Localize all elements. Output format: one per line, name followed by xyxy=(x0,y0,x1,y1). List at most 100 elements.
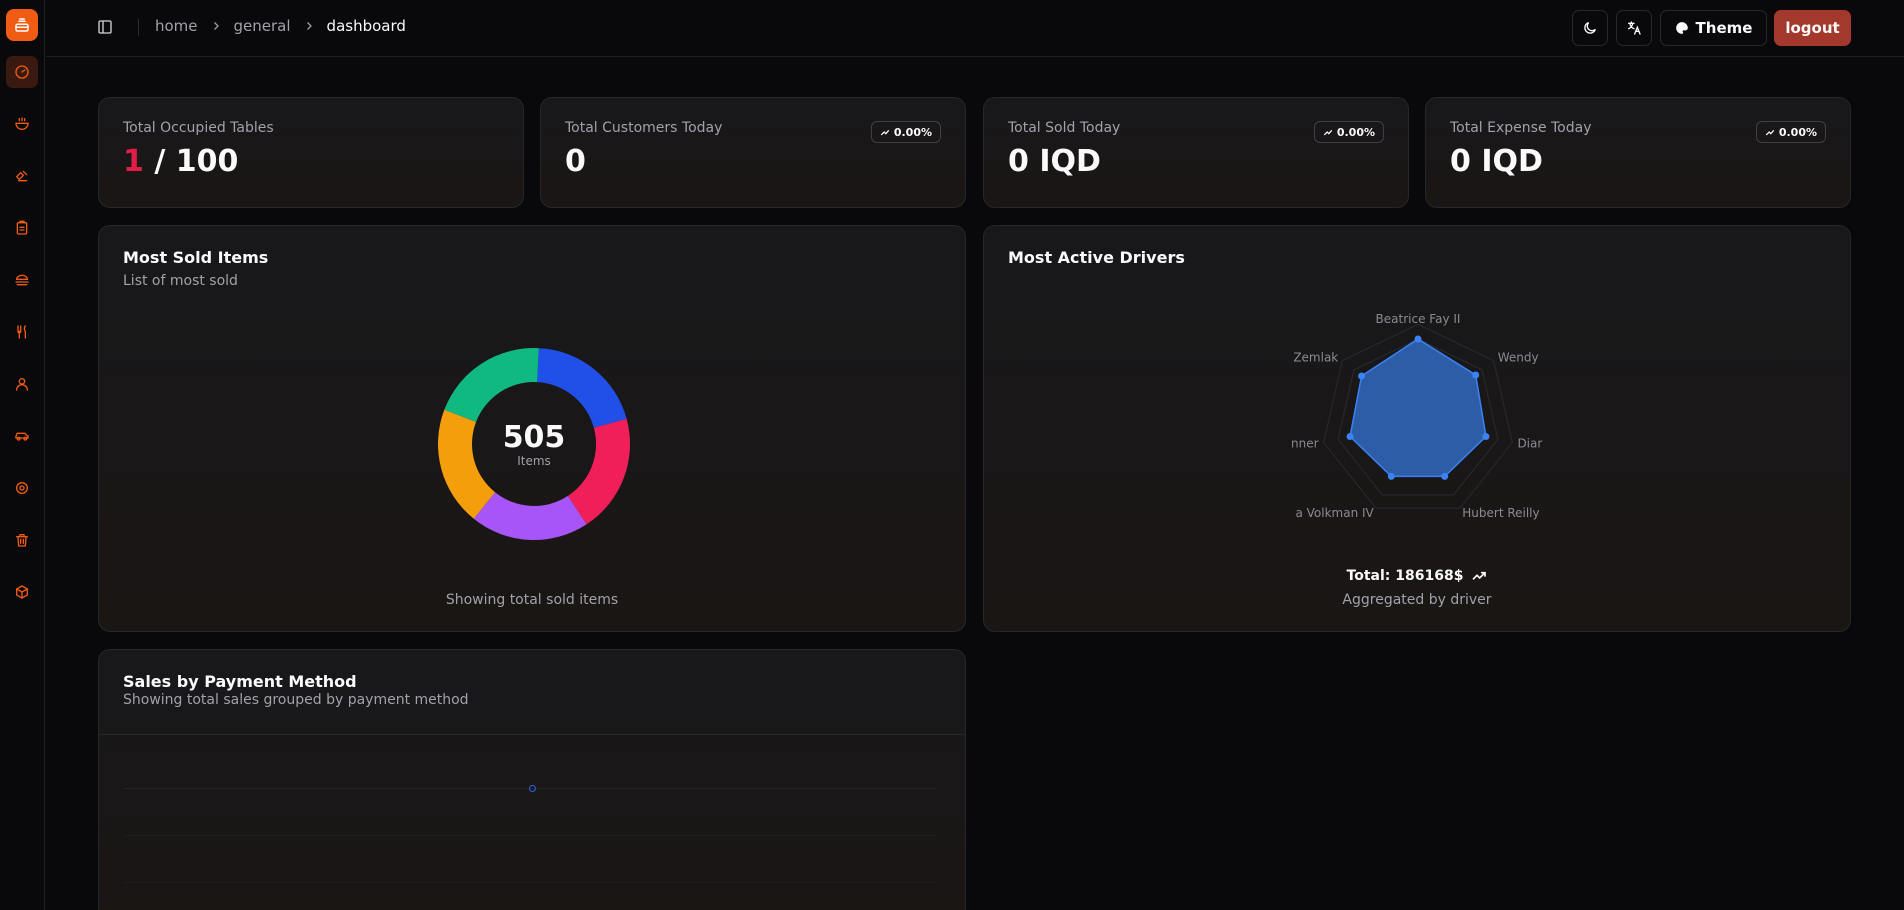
sidebar-item-kitchen[interactable] xyxy=(6,160,38,192)
card-footer: Showing total sold items xyxy=(445,592,619,608)
header: home general dashboard Theme logout xyxy=(46,0,1904,57)
logout-button[interactable]: logout xyxy=(1774,10,1851,46)
radar-label: Hubert Reilly I xyxy=(1462,506,1544,520)
palette-icon xyxy=(1675,22,1688,34)
sidebar-item-trash[interactable] xyxy=(6,524,38,556)
theme-button[interactable]: Theme xyxy=(1660,10,1767,46)
radar-point[interactable] xyxy=(1482,433,1490,441)
stat-card-customers: Total Customers Today 0 0.00% xyxy=(540,97,966,208)
bowl-icon xyxy=(15,117,29,130)
bowl-logo-icon xyxy=(15,18,29,32)
stat-value: 0 xyxy=(565,144,586,179)
breadcrumb-current: dashboard xyxy=(326,17,406,35)
chevron-right-icon xyxy=(303,20,315,32)
sidebar-item-dashboard[interactable] xyxy=(6,56,38,88)
car-icon xyxy=(15,432,29,441)
sidebar-item-users[interactable] xyxy=(6,368,38,400)
occupied-count: 1 xyxy=(123,144,144,179)
stat-label: Total Expense Today xyxy=(1450,120,1592,136)
card-footer: Aggregated by driver xyxy=(1342,592,1492,608)
app-logo[interactable] xyxy=(6,9,38,41)
most-sold-card: Most Sold Items List of most sold 505 It… xyxy=(98,225,966,632)
header-divider xyxy=(138,19,139,36)
trend-value: 0.00% xyxy=(1778,125,1817,139)
total-line: Total: 186168$ xyxy=(984,568,1850,584)
card-title: Most Active Drivers xyxy=(1008,248,1185,267)
grid-line xyxy=(124,882,936,883)
radar-label: Zemlak xyxy=(1293,350,1338,364)
stat-label: Total Customers Today xyxy=(565,120,723,136)
burger-icon xyxy=(15,274,29,286)
sidebar-item-tables[interactable] xyxy=(6,316,38,348)
gauge-icon xyxy=(15,65,29,79)
chevron-right-icon xyxy=(210,20,222,32)
translate-icon xyxy=(1628,21,1641,35)
radar-label: Wendy xyxy=(1498,350,1539,364)
settings-icon xyxy=(16,482,28,494)
breadcrumb-home[interactable]: home xyxy=(155,17,198,35)
trend-badge: 0.00% xyxy=(1313,121,1384,143)
radar-svg: Beatrice Fay II Wendy Diar Hubert Reilly I a… xyxy=(1292,312,1544,520)
payment-card: Sales by Payment Method Showing total sa… xyxy=(98,649,966,910)
tables-total: / 100 xyxy=(143,144,239,179)
radar-point[interactable] xyxy=(1358,372,1366,380)
stat-value: 0 IQD xyxy=(1450,144,1543,179)
trending-up-icon xyxy=(880,129,890,136)
radar-label: nner xyxy=(1292,437,1319,451)
radar-label: Beatrice Fay II xyxy=(1376,312,1461,326)
box-icon xyxy=(16,585,28,599)
breadcrumb-general[interactable]: general xyxy=(234,17,291,35)
sidebar-item-packages[interactable] xyxy=(6,576,38,608)
card-title: Most Sold Items xyxy=(123,248,269,267)
donut-center: 505 Items xyxy=(434,344,634,544)
trend-badge: 0.00% xyxy=(870,121,941,143)
trend-value: 0.00% xyxy=(893,125,932,139)
sidebar xyxy=(0,0,45,910)
stat-card-expense: Total Expense Today 0 IQD 0.00% xyxy=(1425,97,1851,208)
radar-point[interactable] xyxy=(1414,335,1422,343)
stat-card-occupied-tables: Total Occupied Tables 1 / 100 xyxy=(98,97,524,208)
clipboard-icon xyxy=(16,220,28,235)
stat-label: Total Sold Today xyxy=(1008,120,1121,136)
trending-up-icon xyxy=(1472,571,1487,580)
trash-icon xyxy=(16,534,28,547)
sidebar-item-drivers[interactable] xyxy=(6,420,38,452)
dark-mode-button[interactable] xyxy=(1572,10,1608,46)
card-subtitle: List of most sold xyxy=(123,273,238,289)
language-button[interactable] xyxy=(1616,10,1652,46)
card-subtitle: Showing total sales grouped by payment m… xyxy=(123,692,469,708)
sidebar-item-orders[interactable] xyxy=(6,212,38,244)
stat-label: Total Occupied Tables xyxy=(123,120,274,136)
radar-area xyxy=(1349,338,1487,478)
panel-left-icon xyxy=(98,20,112,34)
stat-value: 1 / 100 xyxy=(123,144,238,179)
radar-chart: Beatrice Fay II Wendy Diar Hubert Reilly I a… xyxy=(1292,296,1544,526)
stat-card-sold: Total Sold Today 0 IQD 0.00% xyxy=(983,97,1409,208)
breadcrumb: home general dashboard xyxy=(155,17,406,35)
radar-point[interactable] xyxy=(1472,371,1480,379)
theme-button-label: Theme xyxy=(1695,19,1753,37)
radar-label: a Volkman IV xyxy=(1295,506,1374,520)
data-point xyxy=(529,785,536,792)
card-title: Sales by Payment Method xyxy=(123,672,357,691)
grid-line xyxy=(124,835,936,836)
trending-up-icon xyxy=(1765,129,1775,136)
radar-point[interactable] xyxy=(1346,433,1354,441)
sidebar-toggle-button[interactable] xyxy=(96,18,114,36)
radar-point[interactable] xyxy=(1441,472,1449,480)
sidebar-item-menu[interactable] xyxy=(6,264,38,296)
donut-unit: Items xyxy=(517,453,551,468)
trend-badge: 0.00% xyxy=(1755,121,1826,143)
donut-chart: 505 Items xyxy=(434,344,634,544)
trending-up-icon xyxy=(1323,129,1333,136)
donut-total: 505 xyxy=(502,419,566,455)
card-divider xyxy=(99,734,965,735)
radar-point[interactable] xyxy=(1387,472,1395,480)
sidebar-item-food[interactable] xyxy=(6,108,38,140)
moon-icon xyxy=(1584,22,1596,34)
drivers-total: Total: 186168$ xyxy=(1346,568,1464,584)
sidebar-item-settings[interactable] xyxy=(6,472,38,504)
trend-value: 0.00% xyxy=(1336,125,1375,139)
radar-label: Diar xyxy=(1517,437,1542,451)
utensils-icon xyxy=(17,325,26,339)
